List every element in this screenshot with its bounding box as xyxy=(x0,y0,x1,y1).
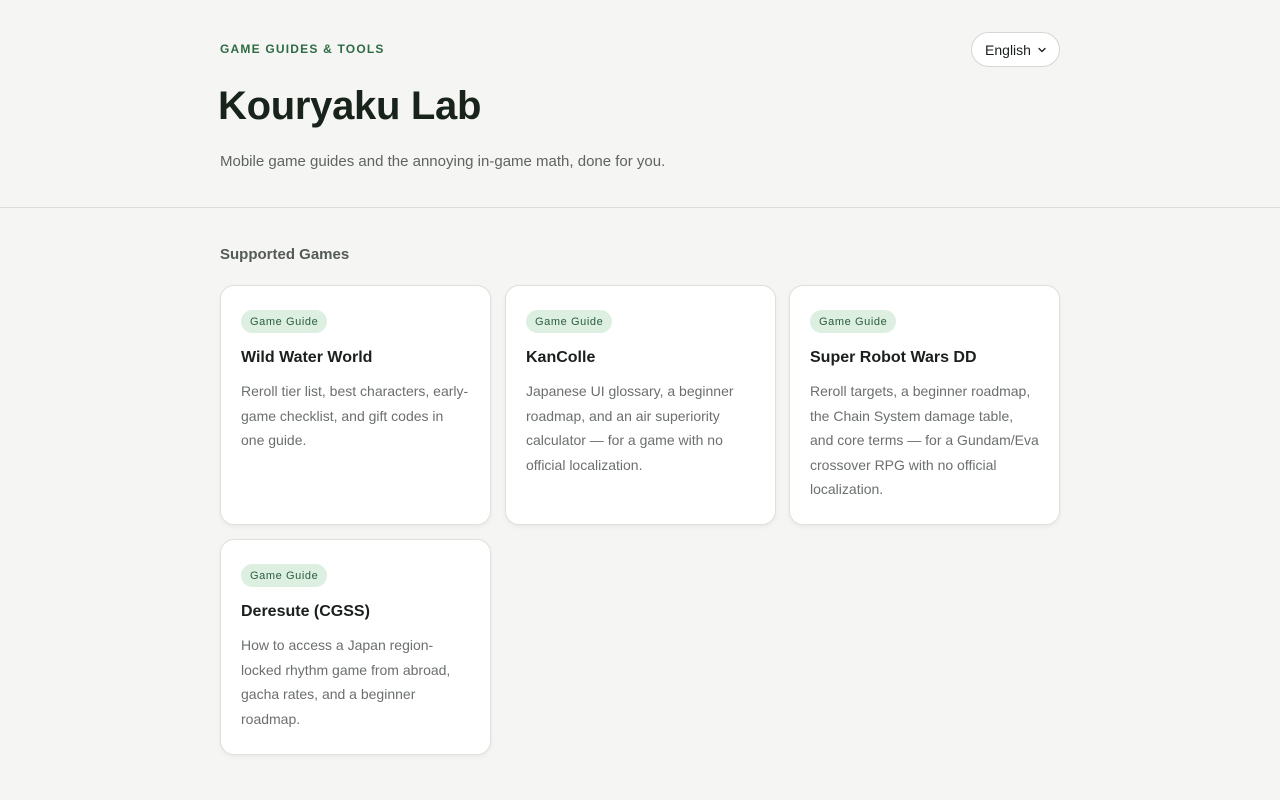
game-card-description: Reroll tier list, best characters, early… xyxy=(241,383,469,448)
game-guide-badge: Game Guide xyxy=(241,564,328,587)
language-selector[interactable]: English xyxy=(971,32,1060,67)
game-guide-badge: Game Guide xyxy=(526,310,613,333)
site-title: Kouryaku Lab xyxy=(218,84,482,128)
game-card-title: Super Robot Wars DD xyxy=(810,349,977,366)
game-guide-badge: Game Guide xyxy=(241,310,328,333)
site-tagline: Mobile game guides and the annoying in-g… xyxy=(220,153,666,170)
game-card-description: Reroll targets, a beginner roadmap, the … xyxy=(810,383,1039,497)
game-card-kancolle[interactable]: Game Guide KanColle Japanese UI glossary… xyxy=(505,285,776,525)
game-guide-badge: Game Guide xyxy=(810,310,897,333)
game-card-wild-water-world[interactable]: Game Guide Wild Water World Reroll tier … xyxy=(220,285,491,525)
game-card-super-robot-wars-dd[interactable]: Game Guide Super Robot Wars DD Reroll ta… xyxy=(789,285,1060,525)
game-card-description: How to access a Japan region-locked rhyt… xyxy=(241,637,451,727)
game-card-title: KanColle xyxy=(526,349,596,366)
section-title-supported-games: Supported Games xyxy=(220,246,350,263)
game-card-title: Deresute (CGSS) xyxy=(241,603,370,620)
chevron-down-icon xyxy=(1038,46,1046,54)
eyebrow-label: GAME GUIDES & TOOLS xyxy=(220,42,385,56)
site-header: GAME GUIDES & TOOLS English Kouryaku Lab… xyxy=(0,0,1280,208)
game-card-title: Wild Water World xyxy=(241,349,373,366)
language-selected-label: English xyxy=(985,41,1031,58)
game-card-description: Japanese UI glossary, a beginner roadmap… xyxy=(526,383,734,473)
game-card-deresute[interactable]: Game Guide Deresute (CGSS) How to access… xyxy=(220,539,491,755)
